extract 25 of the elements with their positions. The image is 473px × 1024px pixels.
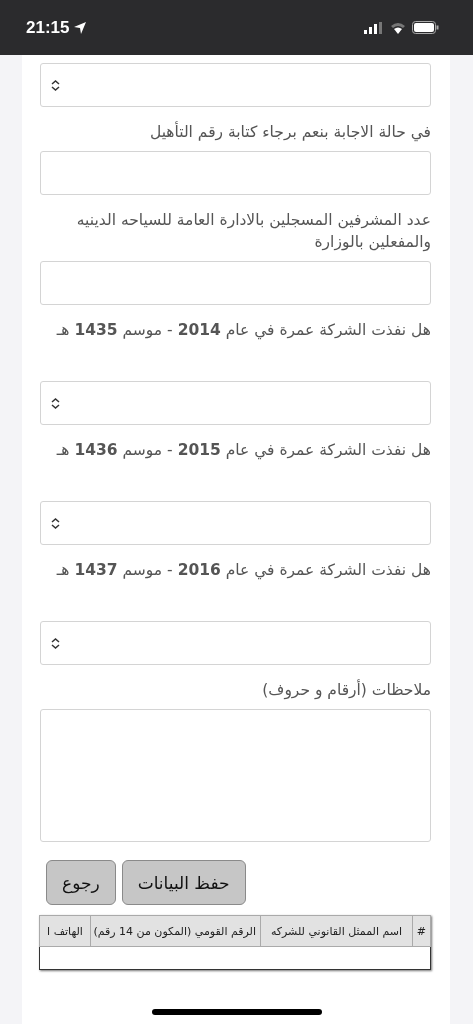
status-time: 21:15 [26,17,70,38]
field-label: عدد المشرفين المسجلين بالادارة العامة للسياحه الدينيه والمفعلين بالوزارة [75,210,431,253]
notes-field[interactable] [40,709,431,842]
field-label: في حالة الاجابة بنعم برجاء كتابة رقم التأهيل [148,121,431,143]
select-field[interactable] [40,63,431,107]
chevron-updown-icon [51,79,60,91]
wifi-icon [390,21,406,34]
column-header: الرقم القومي (المكون من 14 رقم) [90,915,261,947]
column-header: # [412,915,431,947]
chevron-updown-icon [51,637,60,649]
chevron-updown-icon [51,397,60,409]
input-field[interactable] [40,151,431,195]
battery-icon [412,21,439,34]
input-field[interactable] [40,261,431,305]
select-field[interactable] [40,501,431,545]
field-label: ملاحظات (أرقام و حروف) [261,679,431,701]
save-button[interactable]: حفظ البيانات [121,860,246,905]
column-header: اسم الممثل القانوني للشركه [260,915,413,947]
select-field[interactable] [40,621,431,665]
column-header: الهاتف ا [39,915,91,947]
select-field[interactable] [40,381,431,425]
back-button[interactable]: رجوع [46,860,116,905]
chevron-updown-icon [51,517,60,529]
location-icon [73,20,88,35]
signal-icon [364,21,384,34]
